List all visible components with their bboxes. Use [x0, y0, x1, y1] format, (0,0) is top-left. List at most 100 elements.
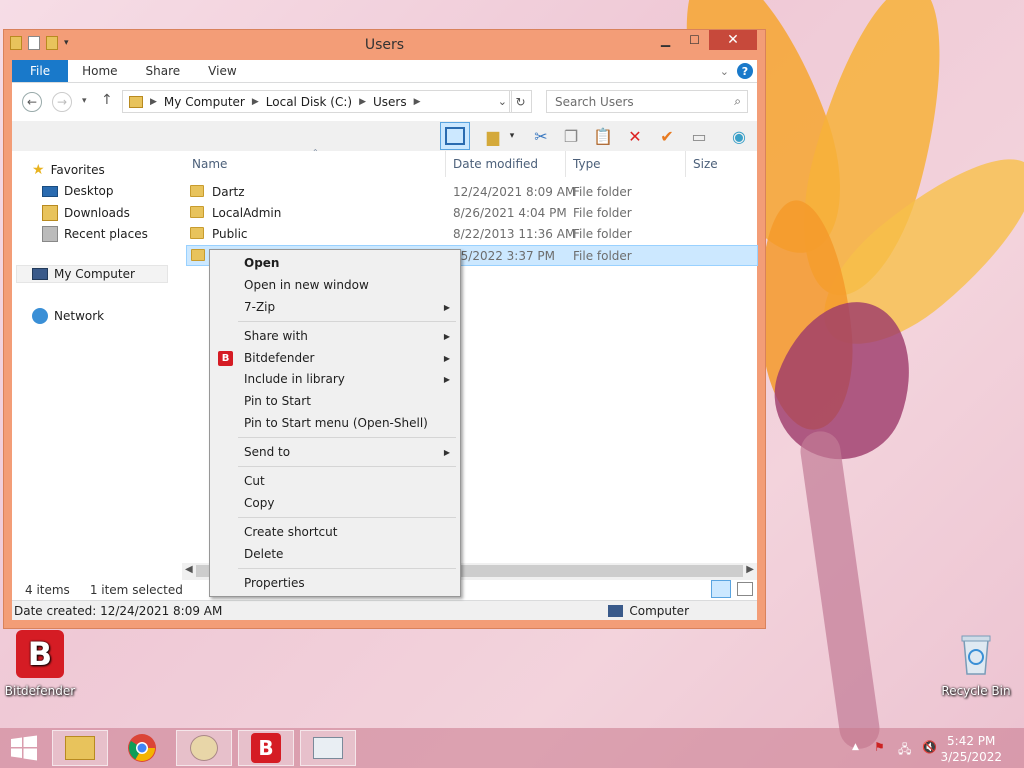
rename-icon[interactable]: ▭ — [686, 124, 712, 148]
menu-item-send-to[interactable]: Send to — [244, 445, 290, 459]
menu-item-include-in-library[interactable]: Include in library — [244, 372, 345, 386]
nav-desktop[interactable]: Desktop — [42, 184, 114, 198]
context-menu: Open Open in new window 7-Zip ▶ Share wi… — [209, 249, 461, 597]
refresh-button[interactable]: ↻ — [509, 90, 532, 113]
clock[interactable]: 5:42 PM 3/25/2022 — [940, 733, 1002, 765]
nav-recent-places[interactable]: Recent places — [42, 226, 148, 242]
menu-separator — [238, 517, 456, 518]
copy-icon[interactable]: ❐ — [558, 124, 584, 148]
recent-places-icon — [42, 226, 58, 242]
windows-logo-icon — [11, 735, 37, 761]
recent-locations-icon[interactable]: ▾ — [82, 96, 87, 106]
nav-favorites[interactable]: ★ Favorites — [32, 162, 105, 178]
nav-network[interactable]: Network — [32, 308, 104, 324]
menu-item-delete[interactable]: Delete — [244, 547, 283, 561]
column-header-type[interactable]: Type — [573, 151, 601, 177]
cut-icon[interactable]: ✂ — [528, 124, 554, 148]
details-bar: Date created: 12/24/2021 8:09 AM Compute… — [12, 600, 757, 620]
details-view-icon[interactable] — [711, 580, 731, 598]
help-icon[interactable]: ? — [737, 63, 753, 79]
column-header-size[interactable]: Size — [693, 151, 718, 177]
taskbar-paint[interactable] — [176, 730, 232, 766]
tab-share[interactable]: Share — [132, 60, 195, 82]
table-row[interactable]: Public 8/22/2013 11:36 AM File folder — [186, 224, 758, 245]
start-button[interactable] — [0, 730, 48, 766]
navigation-pane-icon[interactable] — [440, 122, 470, 150]
scroll-right-icon[interactable]: ▶ — [746, 564, 754, 575]
maximize-button[interactable]: ☐ — [680, 30, 709, 50]
column-header-date[interactable]: Date modified — [453, 151, 538, 177]
menu-item-bitdefender[interactable]: Bitdefender — [244, 351, 314, 365]
bitdefender-logo-icon: B — [251, 733, 281, 763]
menu-item-share-with[interactable]: Share with — [244, 329, 308, 343]
column-divider[interactable] — [445, 151, 446, 177]
taskbar-file-explorer[interactable] — [52, 730, 108, 766]
table-row[interactable]: Dartz 12/24/2021 8:09 AM File folder — [186, 182, 758, 203]
submenu-arrow-icon: ▶ — [443, 332, 450, 341]
recycle-bin-icon — [952, 630, 1000, 678]
delete-icon[interactable]: ✕ — [622, 124, 648, 148]
menu-item-cut[interactable]: Cut — [244, 474, 265, 488]
folder-icon — [191, 249, 205, 261]
chevron-right-icon[interactable]: ▶ — [359, 97, 366, 107]
checkmark-icon[interactable]: ✔ — [654, 124, 680, 148]
tab-home[interactable]: Home — [68, 60, 131, 82]
taskbar: B ▲ ⚑ 🖧 🔇 5:42 PM 3/25/2022 — [0, 728, 1024, 768]
search-icon: ⌕ — [734, 94, 741, 108]
chevron-right-icon[interactable]: ▶ — [150, 97, 157, 107]
scroll-left-icon[interactable]: ◀ — [185, 564, 193, 575]
nav-downloads[interactable]: Downloads — [42, 205, 130, 221]
table-row[interactable]: LocalAdmin 8/26/2021 4:04 PM File folder — [186, 203, 758, 224]
column-divider[interactable] — [685, 151, 686, 177]
folder-check-icon[interactable]: ▆ — [480, 124, 506, 148]
breadcrumb-users[interactable]: Users — [373, 95, 407, 109]
nav-my-computer[interactable]: My Computer — [16, 265, 168, 283]
desktop-icon-recycle-bin[interactable]: Recycle Bin — [936, 630, 1016, 698]
menu-item-open[interactable]: Open — [244, 256, 279, 270]
ribbon-tabs: File Home Share View ⌄ ? — [12, 60, 757, 83]
desktop-icon-bitdefender[interactable]: B Bitdefender — [0, 630, 80, 698]
show-hidden-icons-icon[interactable]: ▲ — [852, 742, 859, 752]
address-input[interactable]: ▶ My Computer ▶ Local Disk (C:) ▶ Users … — [122, 90, 512, 113]
desktop-icon-label: Bitdefender — [4, 684, 76, 698]
network-status-icon[interactable]: 🖧 — [898, 740, 911, 761]
menu-item-pin-open-shell[interactable]: Pin to Start menu (Open-Shell) — [244, 416, 428, 430]
minimize-button[interactable]: ▁ — [651, 30, 680, 50]
column-divider[interactable] — [565, 151, 566, 177]
up-arrow-icon[interactable]: ↑ — [101, 92, 113, 108]
search-input[interactable]: Search Users ⌕ — [546, 90, 748, 113]
menu-item-open-new-window[interactable]: Open in new window — [244, 278, 369, 292]
menu-item-properties[interactable]: Properties — [244, 576, 305, 590]
close-button[interactable]: ✕ — [709, 30, 757, 50]
expand-ribbon-icon[interactable]: ⌄ — [720, 65, 729, 78]
menu-separator — [238, 568, 456, 569]
taskbar-resource-monitor[interactable] — [300, 730, 356, 766]
large-icons-view-icon[interactable] — [737, 582, 753, 596]
bitdefender-logo-icon: B — [16, 630, 64, 678]
taskbar-bitdefender[interactable]: B — [238, 730, 294, 766]
address-dropdown-icon[interactable]: ⌄ — [498, 95, 507, 108]
action-center-flag-icon[interactable]: ⚑ — [874, 740, 885, 754]
submenu-arrow-icon: ▶ — [443, 375, 450, 384]
chevron-right-icon[interactable]: ▶ — [252, 97, 259, 107]
desktop-icon-label: Recycle Bin — [941, 684, 1011, 698]
paste-icon[interactable]: 📋 — [590, 124, 616, 148]
tab-file[interactable]: File — [12, 60, 69, 82]
menu-item-copy[interactable]: Copy — [244, 496, 274, 510]
column-header-name[interactable]: Name — [192, 151, 227, 177]
shell-icon[interactable]: ◉ — [726, 124, 752, 148]
title-bar[interactable]: ▾ Users ▁ ☐ ✕ — [4, 30, 765, 60]
chevron-down-icon[interactable]: ▾ — [506, 124, 518, 148]
tab-view[interactable]: View — [194, 60, 250, 82]
menu-separator — [238, 437, 456, 438]
taskbar-chrome[interactable] — [114, 730, 170, 766]
menu-item-7zip[interactable]: 7-Zip — [244, 300, 275, 314]
breadcrumb-my-computer[interactable]: My Computer — [164, 95, 245, 109]
chevron-right-icon[interactable]: ▶ — [414, 97, 421, 107]
back-button[interactable]: ← — [22, 92, 42, 112]
forward-button[interactable]: → — [52, 92, 72, 112]
menu-item-pin-to-start[interactable]: Pin to Start — [244, 394, 311, 408]
volume-muted-icon[interactable]: 🔇 — [922, 740, 937, 754]
menu-item-create-shortcut[interactable]: Create shortcut — [244, 525, 337, 539]
breadcrumb-local-disk[interactable]: Local Disk (C:) — [266, 95, 352, 109]
